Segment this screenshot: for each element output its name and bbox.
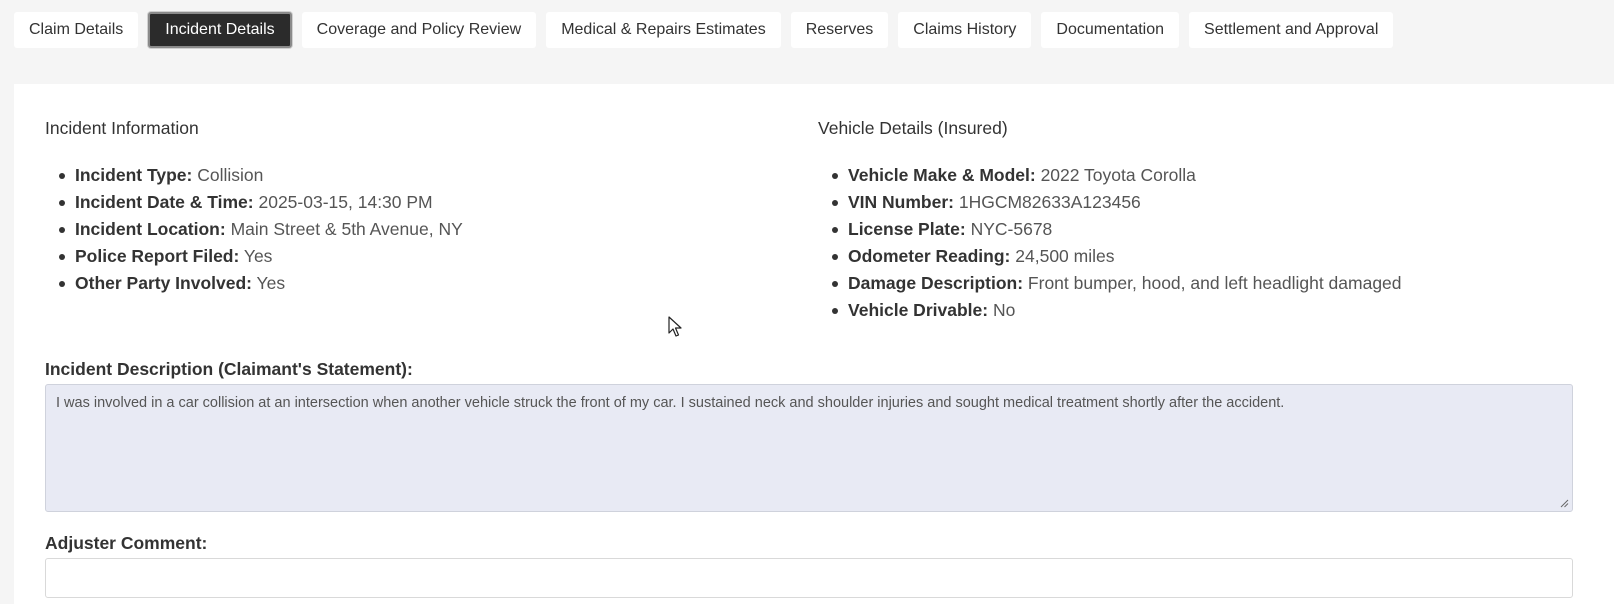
incident-description-label: Incident Description (Claimant's Stateme… [45, 359, 413, 379]
vehicle-details-section: Vehicle Details (Insured) Vehicle Make &… [818, 118, 1598, 324]
tab-claims-history[interactable]: Claims History [898, 12, 1032, 48]
field-label: Damage Description: [848, 273, 1024, 293]
field-label: Incident Location: [75, 219, 226, 239]
police-report-item: Police Report Filed: Yes [59, 243, 785, 270]
vin-number-item: VIN Number: 1HGCM82633A123456 [832, 189, 1598, 216]
other-party-item: Other Party Involved: Yes [59, 270, 785, 297]
field-value: Main Street & 5th Avenue, NY [230, 219, 463, 239]
field-value: Front bumper, hood, and left headlight d… [1027, 273, 1402, 293]
tab-claim-details[interactable]: Claim Details [14, 12, 139, 48]
vehicle-details-list: Vehicle Make & Model: 2022 Toyota Coroll… [818, 162, 1598, 324]
field-label: Police Report Filed: [75, 246, 240, 266]
field-value: 24,500 miles [1015, 246, 1115, 266]
tab-bar: Claim Details Incident Details Coverage … [14, 12, 1394, 48]
tab-reserves[interactable]: Reserves [790, 12, 889, 48]
tab-incident-details[interactable]: Incident Details [148, 12, 292, 48]
incident-information-list: Incident Type: Collision Incident Date &… [45, 162, 785, 297]
field-label: Incident Type: [75, 165, 193, 185]
adjuster-comment-label: Adjuster Comment: [45, 533, 208, 553]
field-label: Other Party Involved: [75, 273, 252, 293]
field-value: NYC-5678 [970, 219, 1053, 239]
field-label: Vehicle Drivable: [848, 300, 989, 320]
incident-information-section: Incident Information Incident Type: Coll… [45, 118, 785, 297]
vehicle-make-model-item: Vehicle Make & Model: 2022 Toyota Coroll… [832, 162, 1598, 189]
adjuster-comment-input[interactable] [45, 558, 1573, 598]
resize-handle-icon[interactable] [1560, 499, 1569, 508]
damage-description-item: Damage Description: Front bumper, hood, … [832, 270, 1598, 297]
field-value: 2025-03-15, 14:30 PM [258, 192, 433, 212]
license-plate-item: License Plate: NYC-5678 [832, 216, 1598, 243]
field-label: Incident Date & Time: [75, 192, 254, 212]
incident-information-title: Incident Information [45, 118, 199, 138]
field-value: No [992, 300, 1016, 320]
tab-coverage-policy-review[interactable]: Coverage and Policy Review [301, 12, 537, 48]
field-value: 2022 Toyota Corolla [1040, 165, 1196, 185]
field-value: Yes [243, 246, 273, 266]
incident-location-item: Incident Location: Main Street & 5th Ave… [59, 216, 785, 243]
tab-documentation[interactable]: Documentation [1041, 12, 1180, 48]
incident-type-item: Incident Type: Collision [59, 162, 785, 189]
incident-description-text: I was involved in a car collision at an … [56, 395, 1285, 411]
incident-details-panel: Incident Information Incident Type: Coll… [14, 84, 1614, 604]
tab-medical-repairs-estimates[interactable]: Medical & Repairs Estimates [546, 12, 781, 48]
mouse-pointer-icon [668, 316, 682, 337]
incident-description-textarea[interactable]: I was involved in a car collision at an … [45, 384, 1573, 512]
field-value: Yes [256, 273, 286, 293]
vehicle-drivable-item: Vehicle Drivable: No [832, 297, 1598, 324]
vehicle-details-title: Vehicle Details (Insured) [818, 118, 1008, 138]
field-label: Vehicle Make & Model: [848, 165, 1036, 185]
field-value: 1HGCM82633A123456 [958, 192, 1141, 212]
tab-settlement-approval[interactable]: Settlement and Approval [1189, 12, 1394, 48]
field-value: Collision [197, 165, 264, 185]
field-label: VIN Number: [848, 192, 954, 212]
odometer-reading-item: Odometer Reading: 24,500 miles [832, 243, 1598, 270]
field-label: License Plate: [848, 219, 966, 239]
field-label: Odometer Reading: [848, 246, 1011, 266]
incident-datetime-item: Incident Date & Time: 2025-03-15, 14:30 … [59, 189, 785, 216]
